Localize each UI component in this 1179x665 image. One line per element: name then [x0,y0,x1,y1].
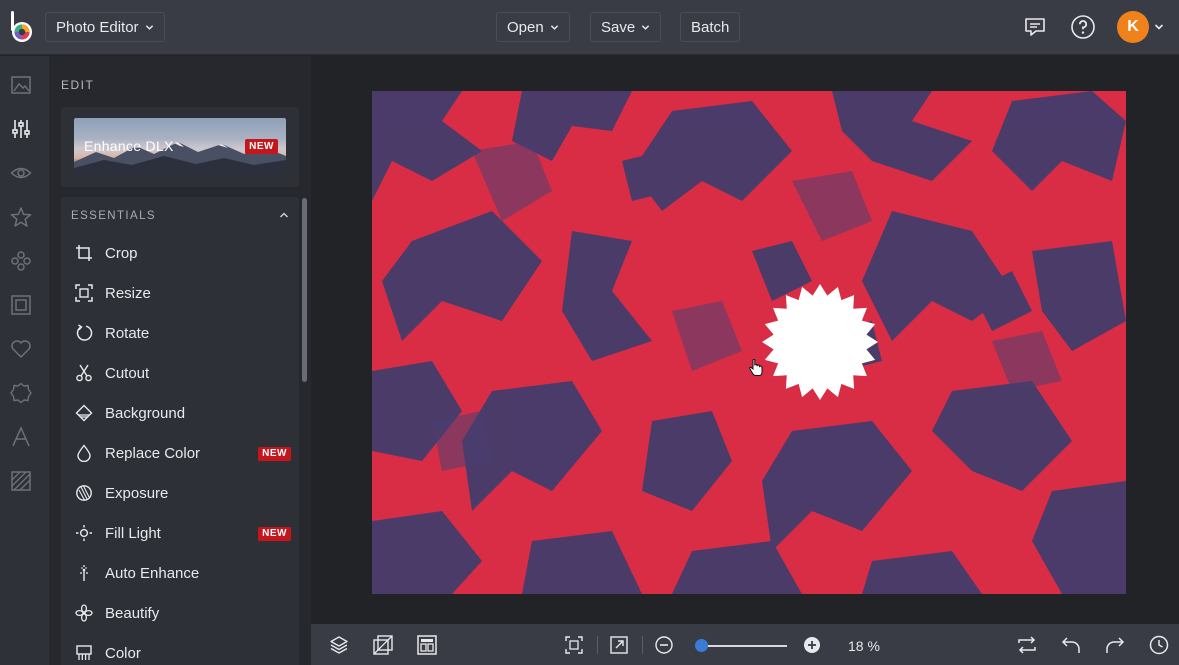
chevron-down-icon [550,24,558,30]
batch-button[interactable]: Batch [680,12,741,42]
essentials-section: ESSENTIALS Crop Resize Rotate Cutout Bac… [61,197,299,665]
open-label: Open [507,18,544,36]
zoom-in-icon[interactable] [801,634,823,656]
exposure-icon [76,485,92,501]
heart-icon[interactable] [10,338,32,360]
enhance-dlx-banner[interactable]: Enhance DLX NEW [74,118,286,175]
frame-icon[interactable] [10,294,32,316]
zoom-slider-thumb[interactable] [695,639,708,652]
undo-icon[interactable] [1060,634,1082,656]
tool-label: Cutout [105,365,150,382]
chevron-up-icon[interactable] [279,210,289,220]
batch-label: Batch [691,18,730,36]
tool-label: Beautify [105,605,160,622]
tool-beautify[interactable]: Beautify [61,593,299,633]
tool-label: Resize [105,285,151,302]
zoom-slider-track[interactable] [697,645,787,647]
top-bar: Photo Editor Open Save Batch K [0,0,1179,55]
actual-size-icon[interactable] [608,634,630,656]
enhance-dlx-label: Enhance DLX [84,138,174,154]
tool-label: Color [105,645,141,662]
flower-icon [75,604,93,622]
star-icon[interactable] [10,206,32,228]
save-button[interactable]: Save [590,12,662,42]
new-badge: NEW [245,139,278,154]
image-icon[interactable] [10,74,32,96]
panel-scrollbar[interactable] [302,198,307,382]
crop-icon [76,245,92,261]
canvas-area [311,56,1179,624]
chevron-down-icon[interactable] [1154,22,1164,32]
bottom-toolbar: 18 % [311,624,1179,665]
tool-label: Fill Light [105,525,161,542]
zoom-value[interactable]: 18 % [848,638,880,654]
layers-icon[interactable] [328,634,350,656]
zoom-out-icon[interactable] [653,634,675,656]
resize-icon [75,284,93,302]
tool-label: Exposure [105,485,169,502]
palette-icon [76,645,92,660]
rotate-icon [76,324,93,341]
flip-icon[interactable] [1016,634,1038,656]
tool-label: Rotate [105,325,150,342]
tool-replace-color[interactable]: Replace Color NEW [61,433,299,473]
chevron-down-icon [145,24,153,30]
fit-screen-icon[interactable] [563,634,585,656]
help-icon[interactable] [1069,13,1097,41]
avatar[interactable]: K [1117,11,1149,43]
scissors-icon [76,364,92,382]
photo-texture [372,91,1126,594]
tool-label: Background [105,405,186,422]
graphics-icon[interactable] [10,250,32,272]
redo-icon[interactable] [1104,634,1126,656]
template-icon[interactable] [416,634,438,656]
tool-cutout[interactable]: Cutout [61,353,299,393]
background-icon [75,404,93,422]
enhance-dlx-card[interactable]: Enhance DLX NEW [61,107,299,187]
tool-background[interactable]: Background [61,393,299,433]
tool-label: Replace Color [105,445,201,462]
chevron-down-icon [642,24,650,30]
tool-rotate[interactable]: Rotate [61,313,299,353]
history-icon[interactable] [1148,634,1170,656]
tool-fill-light[interactable]: Fill Light NEW [61,513,299,553]
tool-label: Crop [105,245,138,262]
tool-auto-enhance[interactable]: Auto Enhance [61,553,299,593]
sliders-icon[interactable] [10,118,32,140]
eye-icon[interactable] [10,162,32,184]
droplet-icon [77,444,91,462]
badge-icon[interactable] [10,382,32,404]
hand-cursor-icon [749,359,763,376]
text-icon[interactable] [10,426,32,448]
tool-label: Auto Enhance [105,565,200,582]
essentials-title[interactable]: ESSENTIALS [71,210,156,222]
compare-icon[interactable] [372,634,394,656]
open-button[interactable]: Open [496,12,570,42]
tool-color[interactable]: Color [61,633,299,665]
edit-panel: EDIT Enhance DLX NEW ESSENTIALS Crop Res… [49,56,311,665]
new-badge: NEW [258,527,291,541]
tool-rail [0,56,49,665]
starburst-shape[interactable] [761,283,879,401]
divider [642,636,643,654]
tool-resize[interactable]: Resize [61,273,299,313]
panel-title: EDIT [61,78,95,92]
divider [597,636,598,654]
tool-exposure[interactable]: Exposure [61,473,299,513]
save-label: Save [601,18,636,36]
light-icon [76,525,92,541]
photo[interactable] [372,91,1126,594]
tool-crop[interactable]: Crop [61,233,299,273]
texture-icon[interactable] [10,470,32,492]
feedback-icon[interactable] [1021,13,1049,41]
app-menu-button[interactable]: Photo Editor [45,12,165,42]
app-menu-label: Photo Editor [56,18,139,36]
befunky-logo[interactable] [8,10,36,44]
new-badge: NEW [258,447,291,461]
sparkle-icon [80,565,88,581]
